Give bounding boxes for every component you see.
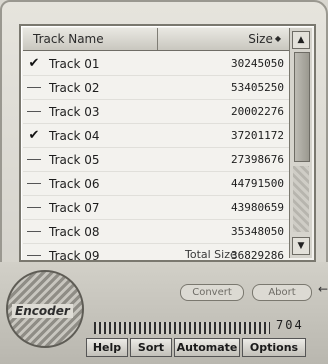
track-size-cell: 20002276 bbox=[231, 105, 284, 118]
list-header: Track Name Size ◆ bbox=[23, 28, 290, 51]
column-header-size[interactable]: Size ◆ bbox=[158, 28, 290, 50]
scrollbar-track[interactable] bbox=[293, 166, 309, 232]
column-header-track-name[interactable]: Track Name bbox=[23, 28, 158, 50]
track-name-cell: Track 06 bbox=[49, 176, 100, 191]
track-size-cell: 37201172 bbox=[231, 129, 284, 142]
track-list-panel: Track Name Size ◆ ✔ Track 01 30245050 Track … bbox=[19, 24, 316, 262]
table-row[interactable]: ✔ Track 01 30245050 bbox=[23, 52, 290, 76]
unchecked-marker[interactable] bbox=[23, 255, 45, 256]
automate-button[interactable]: Automate bbox=[174, 338, 240, 357]
table-row[interactable]: Track 07 43980659 bbox=[23, 196, 290, 220]
track-name-cell: Track 05 bbox=[49, 152, 100, 167]
progress-tick-strip bbox=[94, 322, 270, 334]
counter-display: 704 bbox=[276, 318, 304, 332]
unchecked-marker[interactable] bbox=[23, 183, 45, 184]
checkmark-icon[interactable]: ✔ bbox=[23, 56, 45, 71]
sort-button[interactable]: Sort bbox=[130, 338, 172, 357]
unchecked-marker[interactable] bbox=[23, 111, 45, 112]
track-name-cell: Track 02 bbox=[49, 80, 100, 95]
help-button[interactable]: Help bbox=[86, 338, 128, 357]
unchecked-marker[interactable] bbox=[23, 87, 45, 88]
unchecked-marker[interactable] bbox=[23, 207, 45, 208]
track-size-cell: 44791500 bbox=[231, 177, 284, 190]
track-name-cell: Track 01 bbox=[49, 56, 100, 71]
scrollbar-thumb[interactable] bbox=[294, 52, 310, 162]
checkmark-icon[interactable]: ✔ bbox=[23, 128, 45, 143]
convert-button[interactable]: Convert bbox=[180, 284, 244, 301]
vertical-scrollbar[interactable]: ▲ ▼ bbox=[289, 28, 312, 258]
table-row[interactable]: Track 02 53405250 bbox=[23, 76, 290, 100]
track-name-cell: Track 09 bbox=[49, 248, 100, 261]
track-size-cell: 35348050 bbox=[231, 225, 284, 238]
track-rows: ✔ Track 01 30245050 Track 02 53405250 Track 0… bbox=[23, 52, 290, 260]
column-header-size-label: Size bbox=[248, 32, 273, 46]
unchecked-marker[interactable] bbox=[23, 159, 45, 160]
track-size-cell: 43980659 bbox=[231, 201, 284, 214]
track-size-cell: 30245050 bbox=[231, 57, 284, 70]
track-name-cell: Track 04 bbox=[49, 128, 100, 143]
bottom-toolbar: Help Sort Automate Options bbox=[86, 338, 306, 357]
table-row[interactable]: ✔ Track 04 37201172 bbox=[23, 124, 290, 148]
table-row[interactable]: Track 03 20002276 bbox=[23, 100, 290, 124]
track-name-cell: Track 07 bbox=[49, 200, 100, 215]
table-row[interactable]: Track 09 36829286 bbox=[23, 244, 290, 260]
options-button[interactable]: Options bbox=[242, 338, 306, 357]
pointer-arrow-icon: ← bbox=[318, 282, 328, 296]
track-name-cell: Track 03 bbox=[49, 104, 100, 119]
table-row[interactable]: Track 08 35348050 bbox=[23, 220, 290, 244]
scroll-down-arrow-icon[interactable]: ▼ bbox=[292, 237, 310, 255]
total-size-label: Total Size bbox=[185, 248, 237, 261]
scroll-up-arrow-icon[interactable]: ▲ bbox=[292, 31, 310, 49]
track-name-cell: Track 08 bbox=[49, 224, 100, 239]
unchecked-marker[interactable] bbox=[23, 231, 45, 232]
sort-indicator-icon: ◆ bbox=[274, 34, 281, 43]
track-size-cell: 53405250 bbox=[231, 81, 284, 94]
abort-button[interactable]: Abort bbox=[252, 284, 312, 301]
column-header-track-name-label: Track Name bbox=[33, 32, 104, 46]
table-row[interactable]: Track 06 44791500 bbox=[23, 172, 290, 196]
encoder-label: Encoder bbox=[12, 304, 73, 318]
track-size-cell: 27398676 bbox=[231, 153, 284, 166]
table-row[interactable]: Track 05 27398676 bbox=[23, 148, 290, 172]
